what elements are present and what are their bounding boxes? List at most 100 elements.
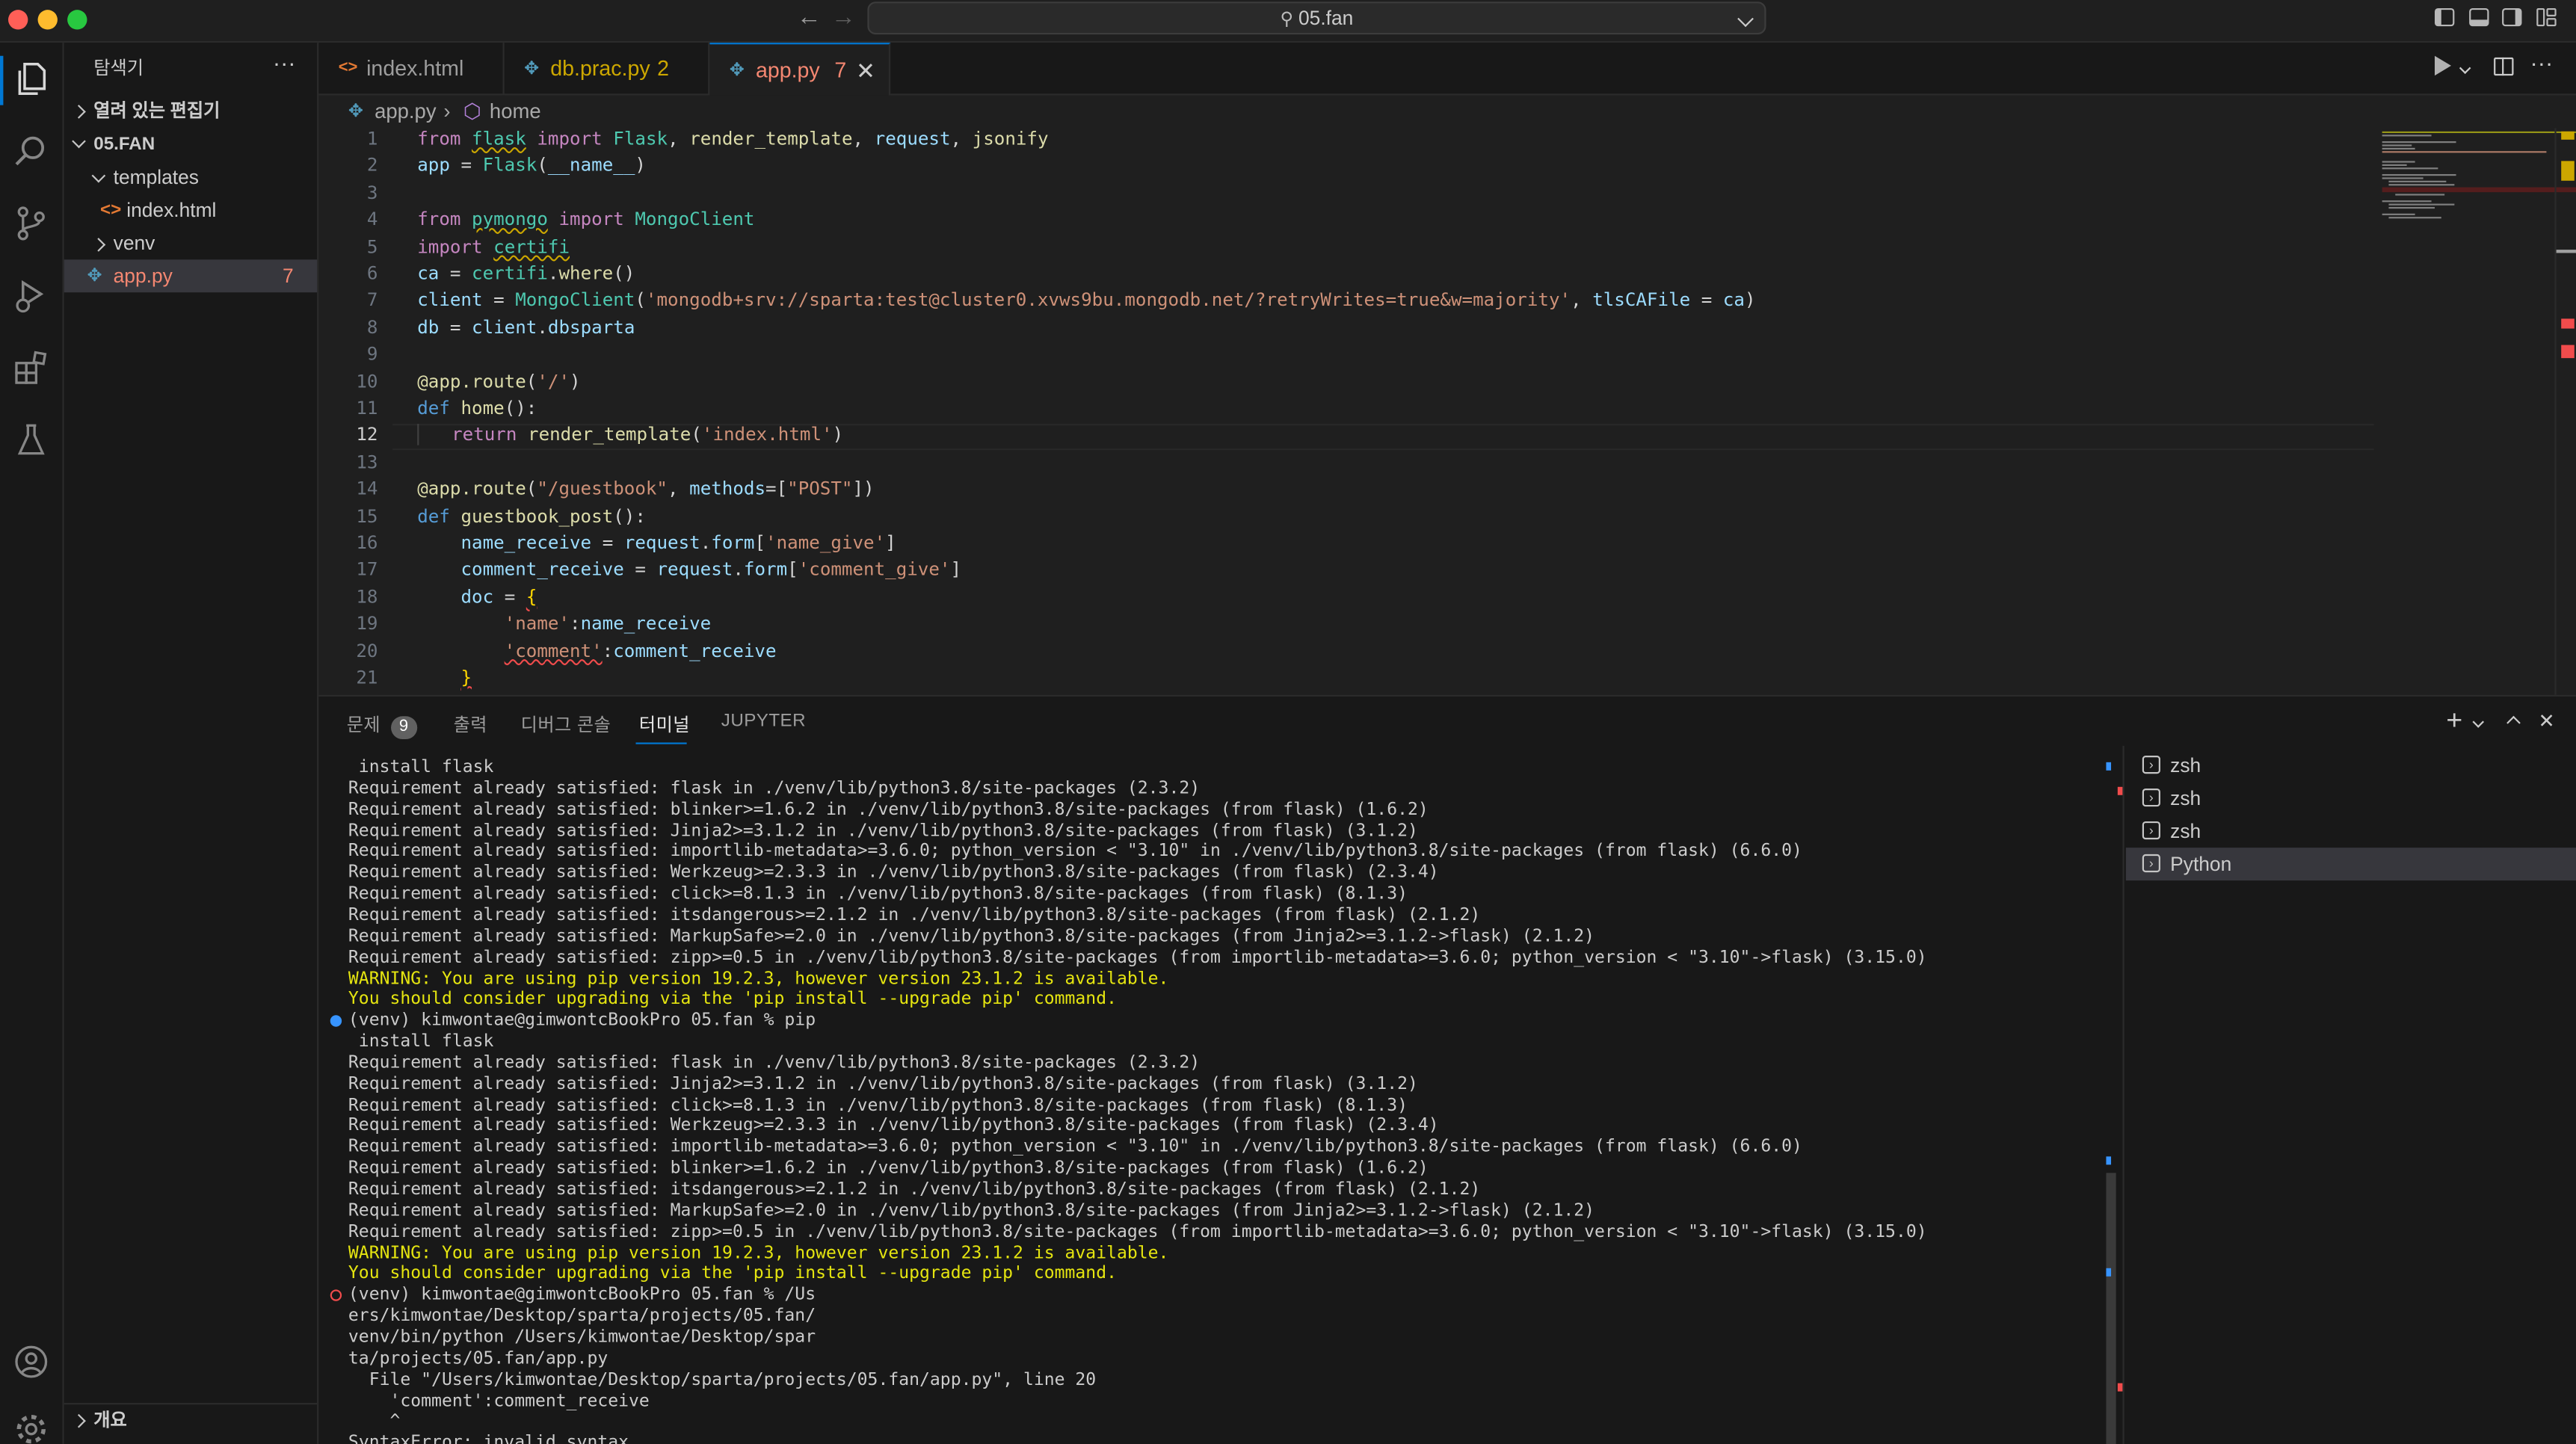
search-icon[interactable] xyxy=(10,130,52,173)
editor-scrollbar[interactable] xyxy=(2554,128,2576,695)
terminal-list-item[interactable]: › zsh xyxy=(2126,782,2576,815)
line-number: 7 xyxy=(366,289,378,312)
terminal-name: zsh xyxy=(2170,753,2201,777)
terminal-line: Requirement already satisfied: MarkupSaf… xyxy=(348,926,1595,946)
new-terminal-plus-icon[interactable]: + xyxy=(2446,705,2462,738)
chevron-right-icon xyxy=(72,105,86,119)
terminal-line: Requirement already satisfied: Werkzeug>… xyxy=(348,863,1439,883)
tab-debug-console[interactable]: 디버그 콘솔 xyxy=(521,712,611,738)
terminal-line: You should consider upgrading via the 'p… xyxy=(348,1264,1117,1284)
split-editor-icon[interactable] xyxy=(2494,57,2514,76)
forward-arrow-icon[interactable]: → xyxy=(831,3,856,31)
code-line: name_receive = request.form['name_give'] xyxy=(460,532,896,554)
code-line: ca = certifi.where() xyxy=(417,262,635,285)
terminal-line: 'comment':comment_receive xyxy=(348,1390,650,1410)
run-and-debug-icon[interactable] xyxy=(10,274,52,317)
terminal-line: (venv) kimwontae@gimwontcBookPro 05.fan … xyxy=(348,1285,816,1305)
chevron-down-icon xyxy=(72,134,86,149)
tab-jupyter[interactable]: JUPYTER xyxy=(721,712,806,731)
open-editors-section[interactable]: 열려 있는 편집기 xyxy=(64,95,317,128)
close-window-icon[interactable] xyxy=(7,10,28,30)
code-line: 'name':name_receive xyxy=(504,613,712,635)
extensions-icon[interactable] xyxy=(10,347,52,389)
code-editor[interactable]: 1 2 3 4 5 6 7 8 9 10 11 12 13 14 15 16 17 18 19 20 21 from f… xyxy=(318,128,2576,695)
toggle-primary-sidebar-icon[interactable] xyxy=(2434,7,2455,27)
terminal-scrollbar-thumb[interactable] xyxy=(2106,1173,2116,1444)
breadcrumb-symbol[interactable]: home xyxy=(490,95,541,128)
python-file-icon: ✥ xyxy=(524,59,540,79)
terminal-icon: › xyxy=(2142,854,2160,873)
terminal-line: You should consider upgrading via the 'p… xyxy=(348,989,1117,1010)
terminal-profile-chevron-icon[interactable] xyxy=(2472,716,2485,728)
customize-layout-icon[interactable] xyxy=(2536,7,2557,27)
explorer-files-icon[interactable] xyxy=(10,58,52,100)
tree-item-label: app.py xyxy=(113,264,173,288)
problem-count-badge: 7 xyxy=(834,57,847,82)
terminal-list-divider xyxy=(2122,745,2124,1444)
tab-terminal[interactable]: 터미널 xyxy=(639,712,690,738)
code-line: db = client.dbsparta xyxy=(417,316,635,339)
tab-db-prac-py[interactable]: ✥ db.prac.py 2 xyxy=(505,43,710,96)
testing-flask-icon[interactable] xyxy=(10,419,52,461)
tab-label: db.prac.py xyxy=(550,55,650,81)
command-success-dot-icon[interactable] xyxy=(330,1015,342,1028)
more-actions-icon[interactable]: ··· xyxy=(273,46,296,79)
line-number: 19 xyxy=(356,613,378,635)
line-number: 10 xyxy=(356,370,378,392)
terminal-line: ^ xyxy=(348,1411,401,1432)
breadcrumb-separator-icon: › xyxy=(443,100,451,123)
terminal-name: zsh xyxy=(2170,819,2201,843)
run-python-file-icon[interactable] xyxy=(2434,55,2451,76)
close-panel-icon[interactable]: ✕ xyxy=(2538,709,2554,732)
terminal-line: Requirement already satisfied: MarkupSaf… xyxy=(348,1200,1595,1221)
line-number: 9 xyxy=(366,343,378,365)
tab-output[interactable]: 출력 xyxy=(454,712,487,738)
tab-label: app.py xyxy=(755,57,820,82)
line-number: 5 xyxy=(366,235,378,258)
terminal-line: Requirement already satisfied: Werkzeug>… xyxy=(348,1116,1439,1136)
code-line: app = Flask(__name__) xyxy=(417,155,646,177)
terminal-name: zsh xyxy=(2170,786,2201,810)
back-arrow-icon[interactable]: ← xyxy=(797,3,822,31)
terminal-line: Requirement already satisfied: importlib… xyxy=(348,1137,1802,1157)
close-tab-icon[interactable]: ✕ xyxy=(856,44,875,96)
terminal-line: Requirement already satisfied: zipp>=0.5… xyxy=(348,947,1927,967)
command-center-search[interactable]: ⚲ 05.fan xyxy=(867,1,1766,35)
tree-item-venv[interactable]: venv xyxy=(64,226,317,259)
more-actions-icon[interactable]: ··· xyxy=(2530,49,2553,75)
editor-tab-bar: <> index.html ✥ db.prac.py 2 ✥ app.py 7 … xyxy=(318,43,2576,96)
terminal-line: Requirement already satisfied: flask in … xyxy=(348,778,1201,798)
outline-section[interactable]: 개요 xyxy=(64,1404,317,1437)
tab-app-py[interactable]: ✥ app.py 7 ✕ xyxy=(709,43,891,96)
minimize-window-icon[interactable] xyxy=(37,10,58,30)
minimap[interactable] xyxy=(2382,128,2576,226)
tree-item-index-html[interactable]: <> index.html xyxy=(64,194,317,226)
terminal-line: Requirement already satisfied: Jinja2>=3… xyxy=(348,820,1418,841)
code-line: def guestbook_post(): xyxy=(417,505,646,527)
tree-item-templates[interactable]: templates xyxy=(64,161,317,194)
terminal-list-item[interactable]: › zsh xyxy=(2126,815,2576,848)
code-line: from pymongo import MongoClient xyxy=(417,209,755,231)
source-control-icon[interactable] xyxy=(10,202,52,244)
toggle-panel-icon[interactable] xyxy=(2469,7,2489,27)
code-line: @app.route('/') xyxy=(417,370,581,392)
terminal-line: Requirement already satisfied: itsdanger… xyxy=(348,904,1481,925)
terminal-output[interactable]: install flask Requirement already satisfi… xyxy=(318,756,2116,1444)
maximize-panel-chevron-up-icon[interactable] xyxy=(2506,715,2521,730)
terminal-list-item-active[interactable]: › Python xyxy=(2125,848,2576,881)
tab-problems[interactable]: 문제 9 xyxy=(347,712,417,740)
tree-item-app-py[interactable]: ✥ app.py 7 xyxy=(64,259,318,293)
command-error-dot-icon[interactable] xyxy=(330,1289,342,1302)
code-line: @app.route("/guestbook", methods=["POST"… xyxy=(417,478,875,500)
run-options-chevron-icon[interactable] xyxy=(2459,62,2471,74)
tab-index-html[interactable]: <> index.html xyxy=(318,43,505,96)
search-icon: ⚲ xyxy=(1280,10,1299,30)
project-folder-section[interactable]: 05.FAN xyxy=(64,128,317,161)
toggle-secondary-sidebar-icon[interactable] xyxy=(2502,7,2522,27)
terminal-list-item[interactable]: › zsh xyxy=(2126,749,2576,782)
account-icon[interactable] xyxy=(10,1340,52,1383)
settings-gear-icon[interactable] xyxy=(10,1408,52,1444)
breadcrumb-file[interactable]: app.py xyxy=(375,95,436,128)
line-number: 3 xyxy=(366,182,378,204)
maximize-window-icon[interactable] xyxy=(67,10,87,30)
